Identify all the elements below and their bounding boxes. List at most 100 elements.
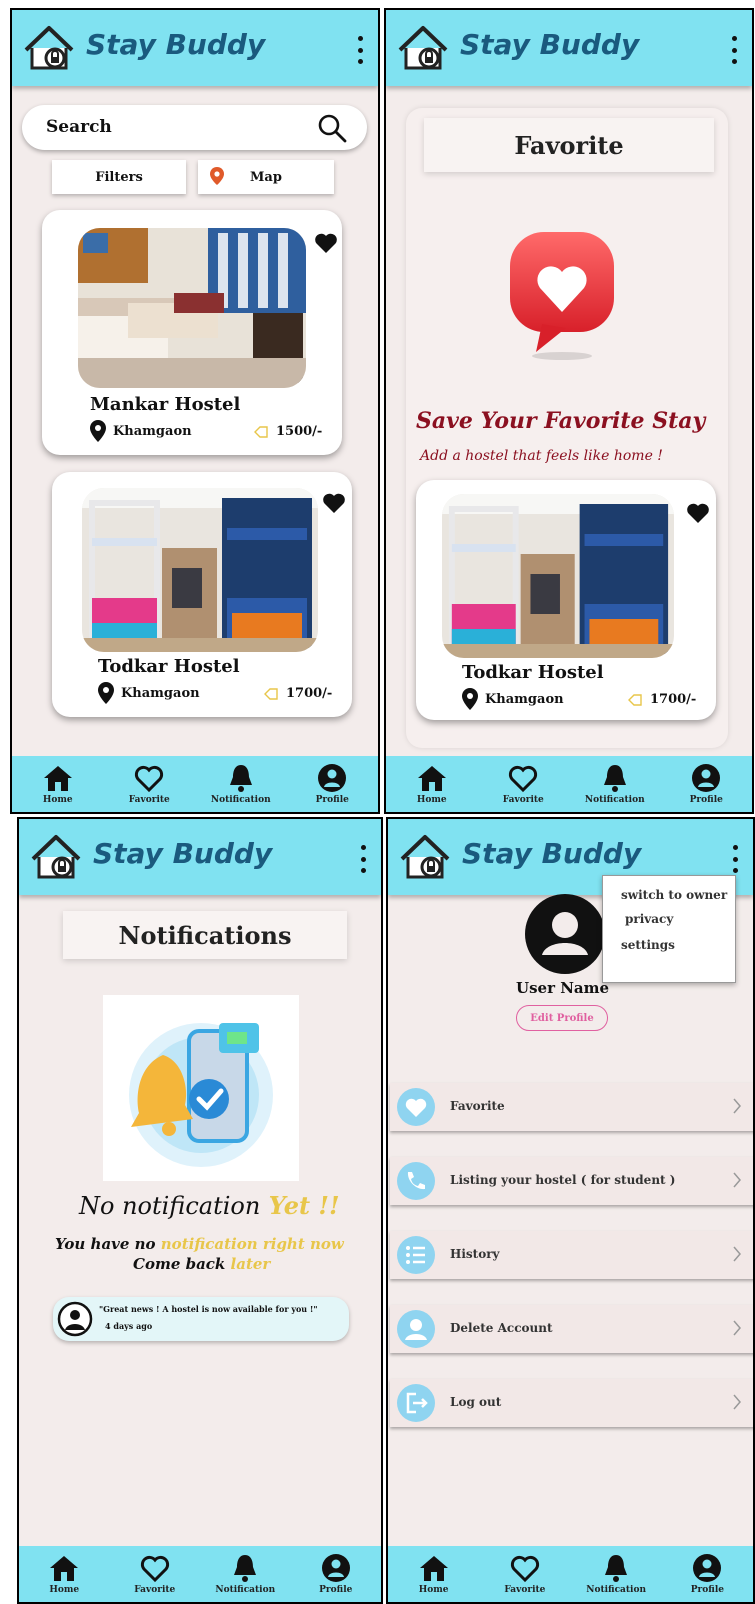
nav-profile[interactable]: Profile bbox=[667, 1553, 747, 1595]
more-vertical-icon[interactable] bbox=[358, 36, 364, 64]
menu-switch-to-owner[interactable]: switch to owner bbox=[621, 888, 727, 902]
notification-bell-icon bbox=[129, 1023, 273, 1167]
nav-favorite[interactable]: Favorite bbox=[109, 763, 189, 805]
avatar-icon bbox=[57, 1301, 93, 1337]
bell-icon bbox=[605, 1555, 628, 1582]
profile-item-history[interactable]: History bbox=[390, 1231, 753, 1279]
nav-home-label: Home bbox=[416, 795, 447, 805]
nav-home[interactable]: Home bbox=[392, 763, 472, 805]
tagline-text: Save Your Favorite Stay bbox=[416, 408, 706, 434]
more-vertical-icon[interactable] bbox=[732, 36, 738, 64]
hostel-name: Mankar Hostel bbox=[90, 394, 241, 415]
user-circle-icon bbox=[318, 764, 347, 792]
nav-profile-label: Profile bbox=[315, 795, 349, 805]
username: User Name bbox=[516, 979, 610, 997]
overflow-menu: switch to owner privacy settings bbox=[602, 875, 736, 983]
nav-profile[interactable]: Profile bbox=[666, 763, 746, 805]
heart-outline-icon bbox=[135, 765, 164, 793]
filters-label: Filters bbox=[95, 169, 143, 185]
more-vertical-icon[interactable] bbox=[733, 845, 739, 873]
profile-item-logout[interactable]: Log out bbox=[390, 1379, 753, 1427]
menu-settings[interactable]: settings bbox=[621, 938, 675, 952]
location-pin-icon bbox=[462, 688, 478, 710]
hostel-location: Khamgaon bbox=[462, 688, 564, 710]
heart-outline-icon bbox=[509, 765, 538, 793]
house-logo-icon bbox=[31, 835, 81, 879]
home-icon bbox=[50, 1556, 79, 1581]
hostel-card[interactable]: Mankar Hostel Khamgaon 1500/- bbox=[42, 210, 342, 455]
hostel-name: Todkar Hostel bbox=[462, 662, 604, 683]
home-icon bbox=[417, 766, 446, 791]
favorite-container: Favorite Save Your Favorite Stay Add a h… bbox=[406, 108, 728, 748]
house-logo-icon bbox=[24, 26, 74, 70]
nav-favorite-label: Favorite bbox=[502, 795, 544, 805]
hostel-card[interactable]: Todkar Hostel Khamgaon 1700/- bbox=[52, 472, 352, 717]
nav-notification[interactable]: Notification bbox=[205, 1553, 285, 1595]
profile-item-favorite[interactable]: Favorite bbox=[390, 1083, 753, 1131]
chevron-right-icon bbox=[733, 1320, 741, 1336]
profile-avatar-icon[interactable] bbox=[524, 893, 606, 975]
empty-state-line-2: Come back later bbox=[133, 1255, 270, 1273]
favorite-heading: Favorite bbox=[424, 118, 714, 172]
price-text: 1500/- bbox=[276, 424, 323, 439]
heart-outline-icon bbox=[510, 1555, 539, 1583]
more-vertical-icon[interactable] bbox=[361, 845, 367, 873]
location-pin-icon bbox=[90, 420, 106, 442]
hostel-price: 1700/- bbox=[264, 686, 332, 701]
nav-profile[interactable]: Profile bbox=[296, 1553, 376, 1595]
app-title: Stay Buddy bbox=[462, 837, 642, 870]
logout-icon bbox=[397, 1384, 435, 1422]
nav-notification[interactable]: Notification bbox=[575, 763, 655, 805]
home-screen: Stay Buddy Search Filters Map Mankar Hos… bbox=[10, 8, 380, 814]
chevron-right-icon bbox=[733, 1246, 741, 1262]
heart-filled-icon[interactable] bbox=[686, 502, 710, 524]
profile-screen: Stay Buddy User Name Edit Profile switch… bbox=[386, 817, 755, 1604]
hostel-location: Khamgaon bbox=[90, 420, 192, 442]
chevron-right-icon bbox=[733, 1172, 741, 1188]
nav-favorite[interactable]: Favorite bbox=[115, 1553, 195, 1595]
nav-favorite[interactable]: Favorite bbox=[485, 1553, 565, 1595]
favorite-subtagline: Add a hostel that feels like home ! bbox=[420, 448, 663, 464]
user-circle-icon bbox=[693, 1554, 722, 1582]
app-title: Stay Buddy bbox=[460, 28, 640, 61]
empty-state-title: No notification Yet !! bbox=[79, 1191, 339, 1220]
chevron-right-icon bbox=[733, 1394, 741, 1410]
nav-notification-label: Notification bbox=[215, 1585, 276, 1595]
edit-profile-button[interactable]: Edit Profile bbox=[516, 1005, 608, 1031]
nav-profile[interactable]: Profile bbox=[292, 763, 372, 805]
profile-item-label: Delete Account bbox=[450, 1321, 553, 1335]
nav-notification[interactable]: Notification bbox=[576, 1553, 656, 1595]
search-bar[interactable]: Search bbox=[22, 105, 367, 150]
empty-line1-part-1: You have no bbox=[55, 1235, 161, 1253]
notification-text: "Great news ! A hostel is now available … bbox=[99, 1304, 318, 1314]
profile-item-delete-account[interactable]: Delete Account bbox=[390, 1305, 753, 1353]
nav-favorite[interactable]: Favorite bbox=[483, 763, 563, 805]
nav-home[interactable]: Home bbox=[24, 1553, 104, 1595]
app-title: Stay Buddy bbox=[86, 28, 266, 61]
map-button[interactable]: Map bbox=[198, 160, 334, 194]
hostel-photo bbox=[78, 228, 306, 388]
phone-icon bbox=[397, 1162, 435, 1200]
search-input[interactable]: Search bbox=[46, 117, 112, 137]
nav-home[interactable]: Home bbox=[394, 1553, 474, 1595]
menu-privacy[interactable]: privacy bbox=[625, 912, 673, 926]
price-tag-icon bbox=[628, 693, 642, 706]
heart-filled-icon[interactable] bbox=[322, 492, 346, 514]
profile-item-listing[interactable]: Listing your hostel ( for student ) bbox=[390, 1157, 753, 1205]
nav-notification-label: Notification bbox=[586, 1585, 647, 1595]
user-circle-icon bbox=[692, 764, 721, 792]
location-text: Khamgaon bbox=[113, 423, 192, 439]
notification-item[interactable]: "Great news ! A hostel is now available … bbox=[53, 1297, 349, 1341]
nav-home[interactable]: Home bbox=[18, 763, 98, 805]
nav-notification[interactable]: Notification bbox=[201, 763, 281, 805]
filters-button[interactable]: Filters bbox=[52, 160, 186, 194]
nav-home-label: Home bbox=[49, 1585, 80, 1595]
app-bar: Stay Buddy bbox=[386, 10, 752, 86]
heart-filled-icon[interactable] bbox=[314, 232, 338, 254]
location-text: Khamgaon bbox=[121, 685, 200, 701]
hostel-card[interactable]: Todkar Hostel Khamgaon 1700/- bbox=[416, 480, 716, 720]
search-icon[interactable] bbox=[317, 113, 347, 143]
profile-item-label: History bbox=[450, 1247, 500, 1261]
notification-time: 4 days ago bbox=[105, 1321, 153, 1331]
app-bar: Stay Buddy bbox=[12, 10, 378, 86]
